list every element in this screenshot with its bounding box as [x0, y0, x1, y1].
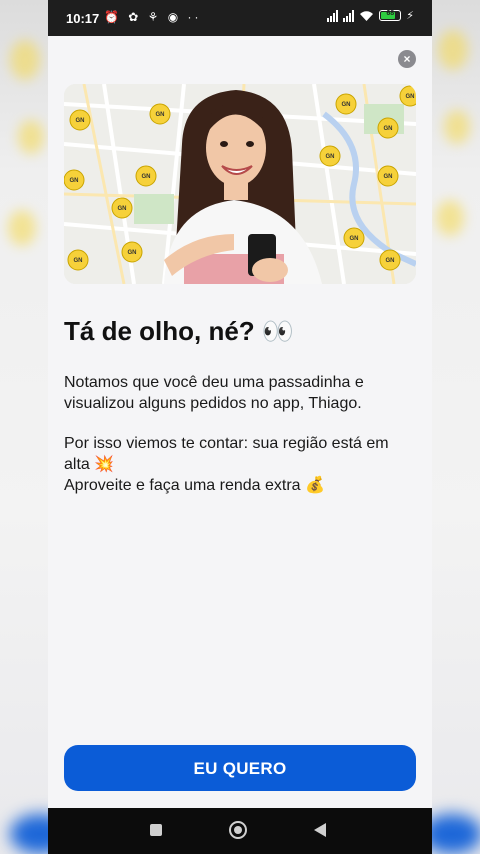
map-pin-label: GN [74, 258, 83, 264]
wifi-icon [360, 10, 374, 21]
eu-quero-button[interactable]: EU QUERO [64, 745, 416, 791]
charging-icon: ⚡ [406, 10, 414, 22]
map-pin-label: GN [128, 250, 137, 256]
map-pin-label: GN [342, 102, 351, 108]
recent-apps-icon[interactable] [150, 824, 162, 836]
battery-icon: 68 [379, 10, 402, 21]
modal-paragraph-3: Aproveite e faça uma renda extra 💰 [64, 477, 325, 494]
back-icon[interactable] [314, 823, 326, 837]
background-blur-left [0, 0, 48, 854]
map-pin-label: GN [142, 174, 151, 180]
background-blur-right [432, 0, 480, 854]
phone-screen: 10:17 ⏰ ✿ ⚘ ◉ ·· 68 ⚡ × GN GN GN GN GN G… [48, 0, 432, 854]
status-bar: 10:17 ⏰ ✿ ⚘ ◉ ·· 68 ⚡ [48, 0, 432, 36]
close-button[interactable]: × [398, 50, 416, 68]
map-pin-label: GN [156, 112, 165, 118]
notification-icons: ⏰ ✿ ⚘ ◉ ·· [104, 10, 202, 24]
home-icon[interactable] [229, 821, 247, 839]
signal-icon [343, 9, 355, 22]
map-pin-label: GN [70, 178, 79, 184]
map-pin-label: GN [76, 118, 85, 124]
modal-paragraph-1: Notamos que você deu uma passadinha e vi… [64, 374, 364, 412]
map-pin-label: GN [118, 206, 127, 212]
system-icons: 68 ⚡ [327, 9, 414, 22]
status-time: 10:17 [66, 11, 100, 26]
signal-icon [327, 9, 339, 22]
map-pin-label: GN [326, 154, 335, 160]
map-pin-label: GN [384, 174, 393, 180]
map-pin-label: GN [406, 94, 415, 100]
map-pin-label: GN [384, 126, 393, 132]
modal-paragraph-2: Por isso viemos te contar: sua região es… [64, 435, 389, 473]
modal-headline: Tá de olho, né? 👀 [64, 316, 295, 346]
hero-image: GN GN GN GN GN GN GN GN GN GN GN GN GN G… [64, 84, 416, 284]
map-pin-label: GN [350, 236, 359, 242]
map-pin-label: GN [386, 258, 395, 264]
map-illustration: GN GN GN GN GN GN GN GN GN GN GN GN GN G… [64, 84, 416, 284]
navigation-bar [48, 808, 432, 854]
